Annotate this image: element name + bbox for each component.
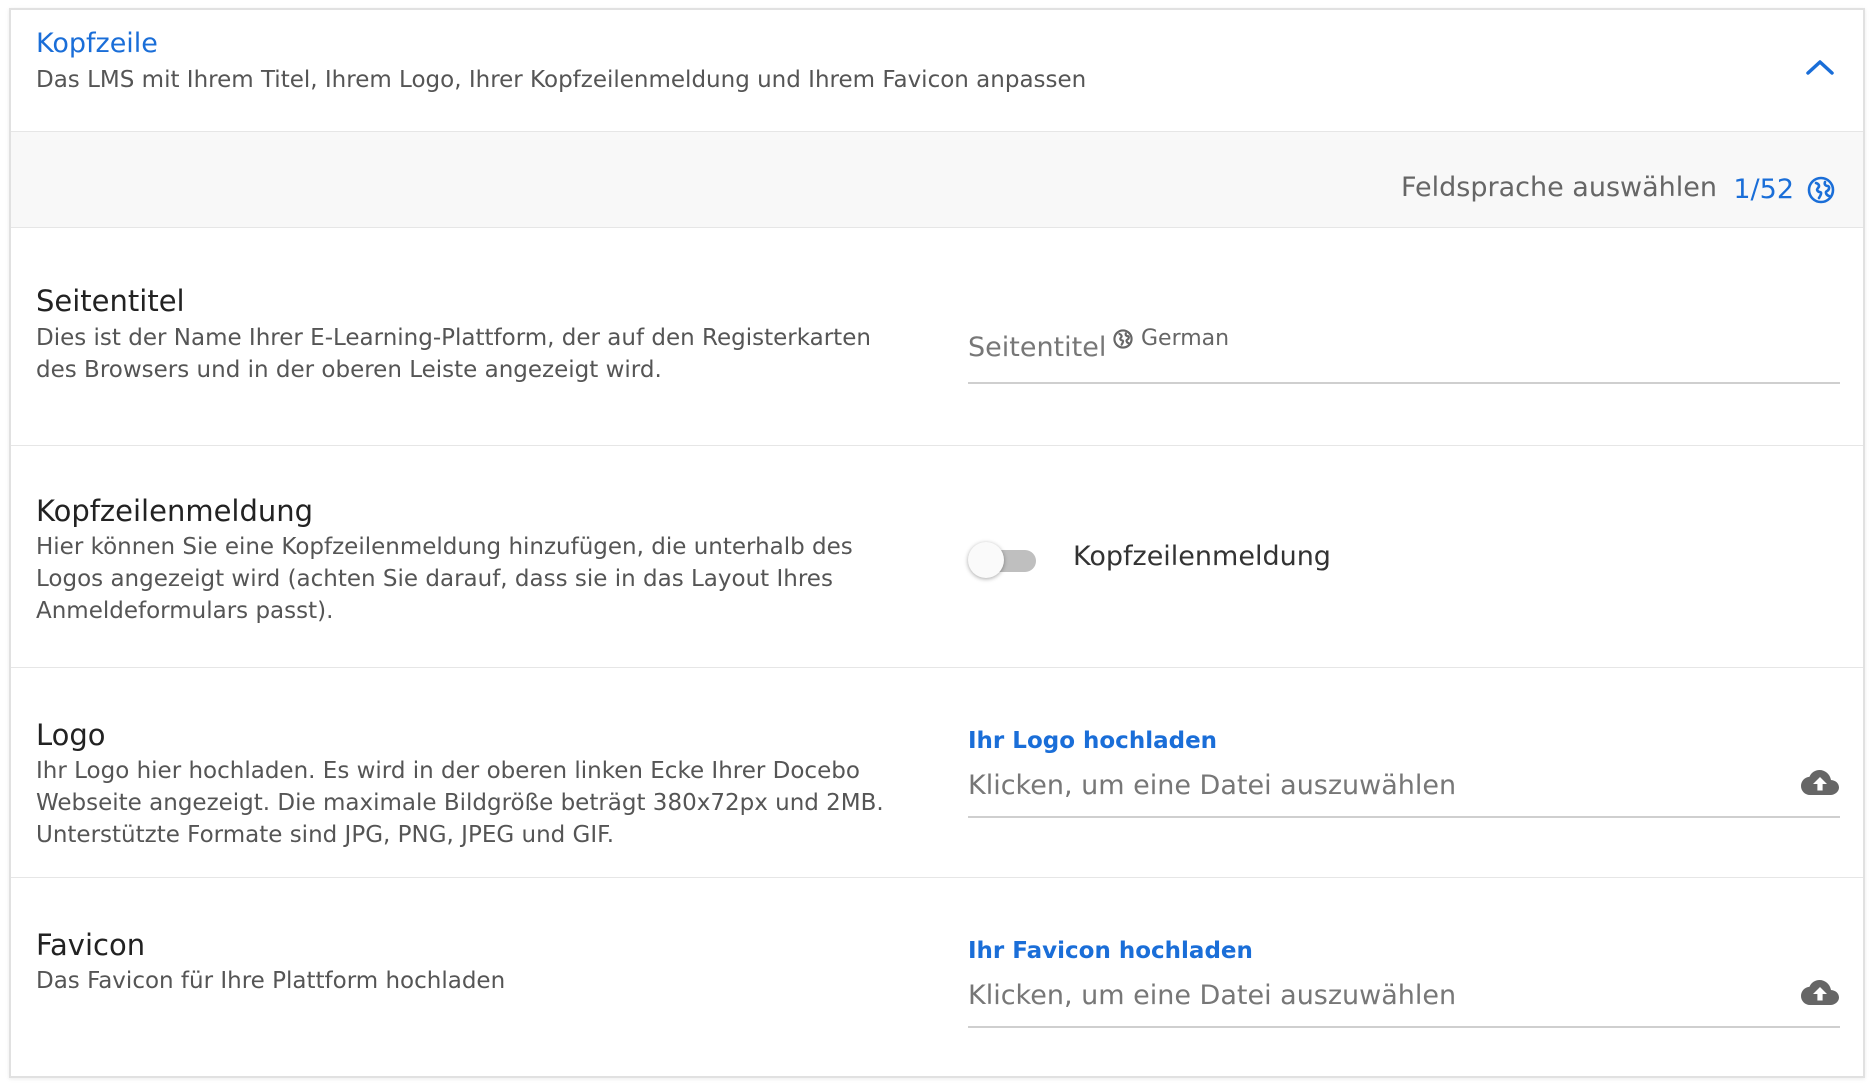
panel-subtitle: Das LMS mit Ihrem Titel, Ihrem Logo, Ihr…	[36, 67, 1087, 93]
favicon-row: Favicon Das Favicon für Ihre Plattform h…	[11, 878, 1863, 1078]
header-settings-panel: Kopfzeile Das LMS mit Ihrem Titel, Ihrem…	[9, 8, 1865, 1078]
header-message-description: Hier können Sie eine Kopfzeilenmeldung h…	[36, 534, 853, 624]
favicon-heading: Favicon	[36, 928, 146, 962]
input-language-tag: German	[1113, 326, 1229, 351]
panel-title: Kopfzeile	[36, 28, 158, 59]
globe-icon	[1113, 328, 1133, 349]
cloud-upload-icon[interactable]	[1800, 768, 1840, 798]
logo-heading: Logo	[36, 718, 106, 752]
page-title-heading: Seitentitel	[36, 284, 185, 318]
input-language-name: German	[1141, 326, 1230, 351]
page-title-placeholder: Seitentitel	[968, 332, 1107, 363]
header-message-row: Kopfzeilenmeldung Hier können Sie eine K…	[11, 446, 1863, 668]
page-title-input[interactable]: Seitentitel German	[968, 320, 1840, 384]
favicon-upload-field[interactable]: Klicken, um eine Datei auszuwählen	[968, 970, 1840, 1028]
favicon-upload-label: Ihr Favicon hochladen	[968, 938, 1253, 964]
panel-header[interactable]: Kopfzeile Das LMS mit Ihrem Titel, Ihrem…	[11, 10, 1863, 132]
logo-row: Logo Ihr Logo hier hochladen. Es wird in…	[11, 668, 1863, 878]
language-selector-bar: Feldsprache auswählen 1/52	[11, 132, 1863, 228]
field-language-label: Feldsprache auswählen	[1401, 172, 1717, 203]
favicon-description: Das Favicon für Ihre Plattform hochladen	[36, 968, 506, 994]
logo-description: Ihr Logo hier hochladen. Es wird in der …	[36, 758, 884, 848]
header-message-toggle-label: Kopfzeilenmeldung	[1073, 541, 1331, 572]
chevron-up-icon	[1806, 60, 1834, 75]
logo-upload-field[interactable]: Klicken, um eine Datei auszuwählen	[968, 760, 1840, 818]
header-message-toggle[interactable]	[968, 540, 1042, 580]
page-title-description: Dies ist der Name Ihrer E-Learning-Platt…	[36, 325, 871, 383]
collapse-button[interactable]	[1803, 52, 1837, 82]
logo-upload-label: Ihr Logo hochladen	[968, 728, 1218, 754]
toggle-knob	[968, 542, 1004, 578]
globe-icon[interactable]	[1807, 176, 1835, 204]
logo-upload-placeholder: Klicken, um eine Datei auszuwählen	[968, 770, 1457, 801]
favicon-upload-placeholder: Klicken, um eine Datei auszuwählen	[968, 980, 1457, 1011]
page-title-row: Seitentitel Dies ist der Name Ihrer E-Le…	[11, 228, 1863, 446]
language-count[interactable]: 1/52	[1733, 174, 1794, 205]
header-message-heading: Kopfzeilenmeldung	[36, 494, 314, 528]
cloud-upload-icon[interactable]	[1800, 978, 1840, 1008]
